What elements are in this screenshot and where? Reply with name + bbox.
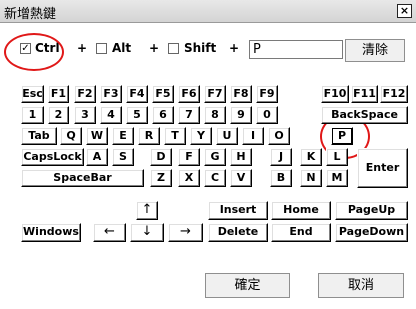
key-g[interactable]: G [204, 148, 226, 166]
key-x[interactable]: X [178, 169, 200, 187]
key-8[interactable]: 8 [204, 106, 226, 124]
key-h[interactable]: H [230, 148, 252, 166]
key-q[interactable]: Q [60, 127, 82, 145]
key-i[interactable]: I [242, 127, 264, 145]
plus-sign: + [77, 41, 88, 55]
key-home[interactable]: Home [271, 201, 331, 220]
close-icon[interactable]: × [397, 4, 412, 18]
key-f9[interactable]: F9 [256, 85, 278, 103]
key-r[interactable]: R [138, 127, 160, 145]
arrow-down-key[interactable]: ↓ [130, 223, 164, 242]
key-f3[interactable]: F3 [100, 85, 122, 103]
key-spacebar[interactable]: SpaceBar [21, 169, 144, 187]
key-5[interactable]: 5 [126, 106, 148, 124]
alt-checkbox[interactable] [96, 43, 107, 54]
key-k[interactable]: K [300, 148, 322, 166]
key-4[interactable]: 4 [100, 106, 122, 124]
key-6[interactable]: 6 [152, 106, 174, 124]
key-f1[interactable]: F1 [48, 85, 69, 103]
key-n[interactable]: N [300, 169, 322, 187]
key-0[interactable]: 0 [256, 106, 278, 124]
shift-label: Shift [184, 41, 217, 55]
ctrl-highlight-circle [4, 33, 64, 71]
key-7[interactable]: 7 [178, 106, 200, 124]
key-3[interactable]: 3 [74, 106, 96, 124]
key-j[interactable]: J [270, 148, 292, 166]
key-v[interactable]: V [230, 169, 252, 187]
ok-button[interactable]: 確定 [205, 273, 290, 298]
clear-button[interactable]: 清除 [345, 39, 405, 62]
key-pageup[interactable]: PageUp [335, 201, 408, 220]
key-end[interactable]: End [271, 223, 331, 242]
key-backspace[interactable]: BackSpace [321, 106, 408, 124]
key-u[interactable]: U [216, 127, 238, 145]
key-w[interactable]: W [86, 127, 108, 145]
key-f8[interactable]: F8 [230, 85, 252, 103]
key-esc[interactable]: Esc [21, 85, 44, 103]
key-2[interactable]: 2 [48, 106, 69, 124]
plus-sign: + [149, 41, 160, 55]
key-1[interactable]: 1 [21, 106, 44, 124]
key-d[interactable]: D [150, 148, 172, 166]
key-f2[interactable]: F2 [74, 85, 96, 103]
key-f[interactable]: F [178, 148, 200, 166]
key-c[interactable]: C [204, 169, 226, 187]
key-delete[interactable]: Delete [208, 223, 268, 242]
key-s[interactable]: S [112, 148, 134, 166]
cancel-button[interactable]: 取消 [318, 273, 404, 298]
plus-sign: + [229, 41, 240, 55]
key-enter[interactable]: Enter [357, 148, 408, 188]
key-m[interactable]: M [326, 169, 348, 187]
alt-label: Alt [112, 41, 132, 55]
key-f5[interactable]: F5 [152, 85, 174, 103]
key-f12[interactable]: F12 [380, 85, 408, 103]
key-tab[interactable]: Tab [21, 127, 57, 145]
key-o[interactable]: O [268, 127, 290, 145]
key-f7[interactable]: F7 [204, 85, 226, 103]
key-b[interactable]: B [270, 169, 292, 187]
hotkey-key-field[interactable]: P [249, 40, 343, 59]
key-e[interactable]: E [112, 127, 134, 145]
key-a[interactable]: A [86, 148, 108, 166]
key-f11[interactable]: F11 [351, 85, 378, 103]
title-bar: 新增熱鍵 × [0, 0, 416, 23]
key-f10[interactable]: F10 [321, 85, 349, 103]
key-insert[interactable]: Insert [208, 201, 268, 220]
key-p[interactable]: P [331, 127, 353, 145]
window-title: 新增熱鍵 [4, 7, 57, 22]
arrow-up-key[interactable]: ↑ [136, 201, 158, 220]
key-z[interactable]: Z [150, 169, 172, 187]
key-f6[interactable]: F6 [178, 85, 200, 103]
key-pagedown[interactable]: PageDown [335, 223, 408, 242]
key-l[interactable]: L [326, 148, 348, 166]
arrow-left-key[interactable]: ← [93, 223, 126, 242]
shift-checkbox[interactable] [168, 43, 179, 54]
key-t[interactable]: T [164, 127, 186, 145]
key-f4[interactable]: F4 [126, 85, 148, 103]
key-windows[interactable]: Windows [21, 223, 81, 242]
key-capslock[interactable]: CapsLock [21, 148, 84, 166]
arrow-right-key[interactable]: → [168, 223, 203, 242]
key-y[interactable]: Y [190, 127, 212, 145]
key-9[interactable]: 9 [230, 106, 252, 124]
